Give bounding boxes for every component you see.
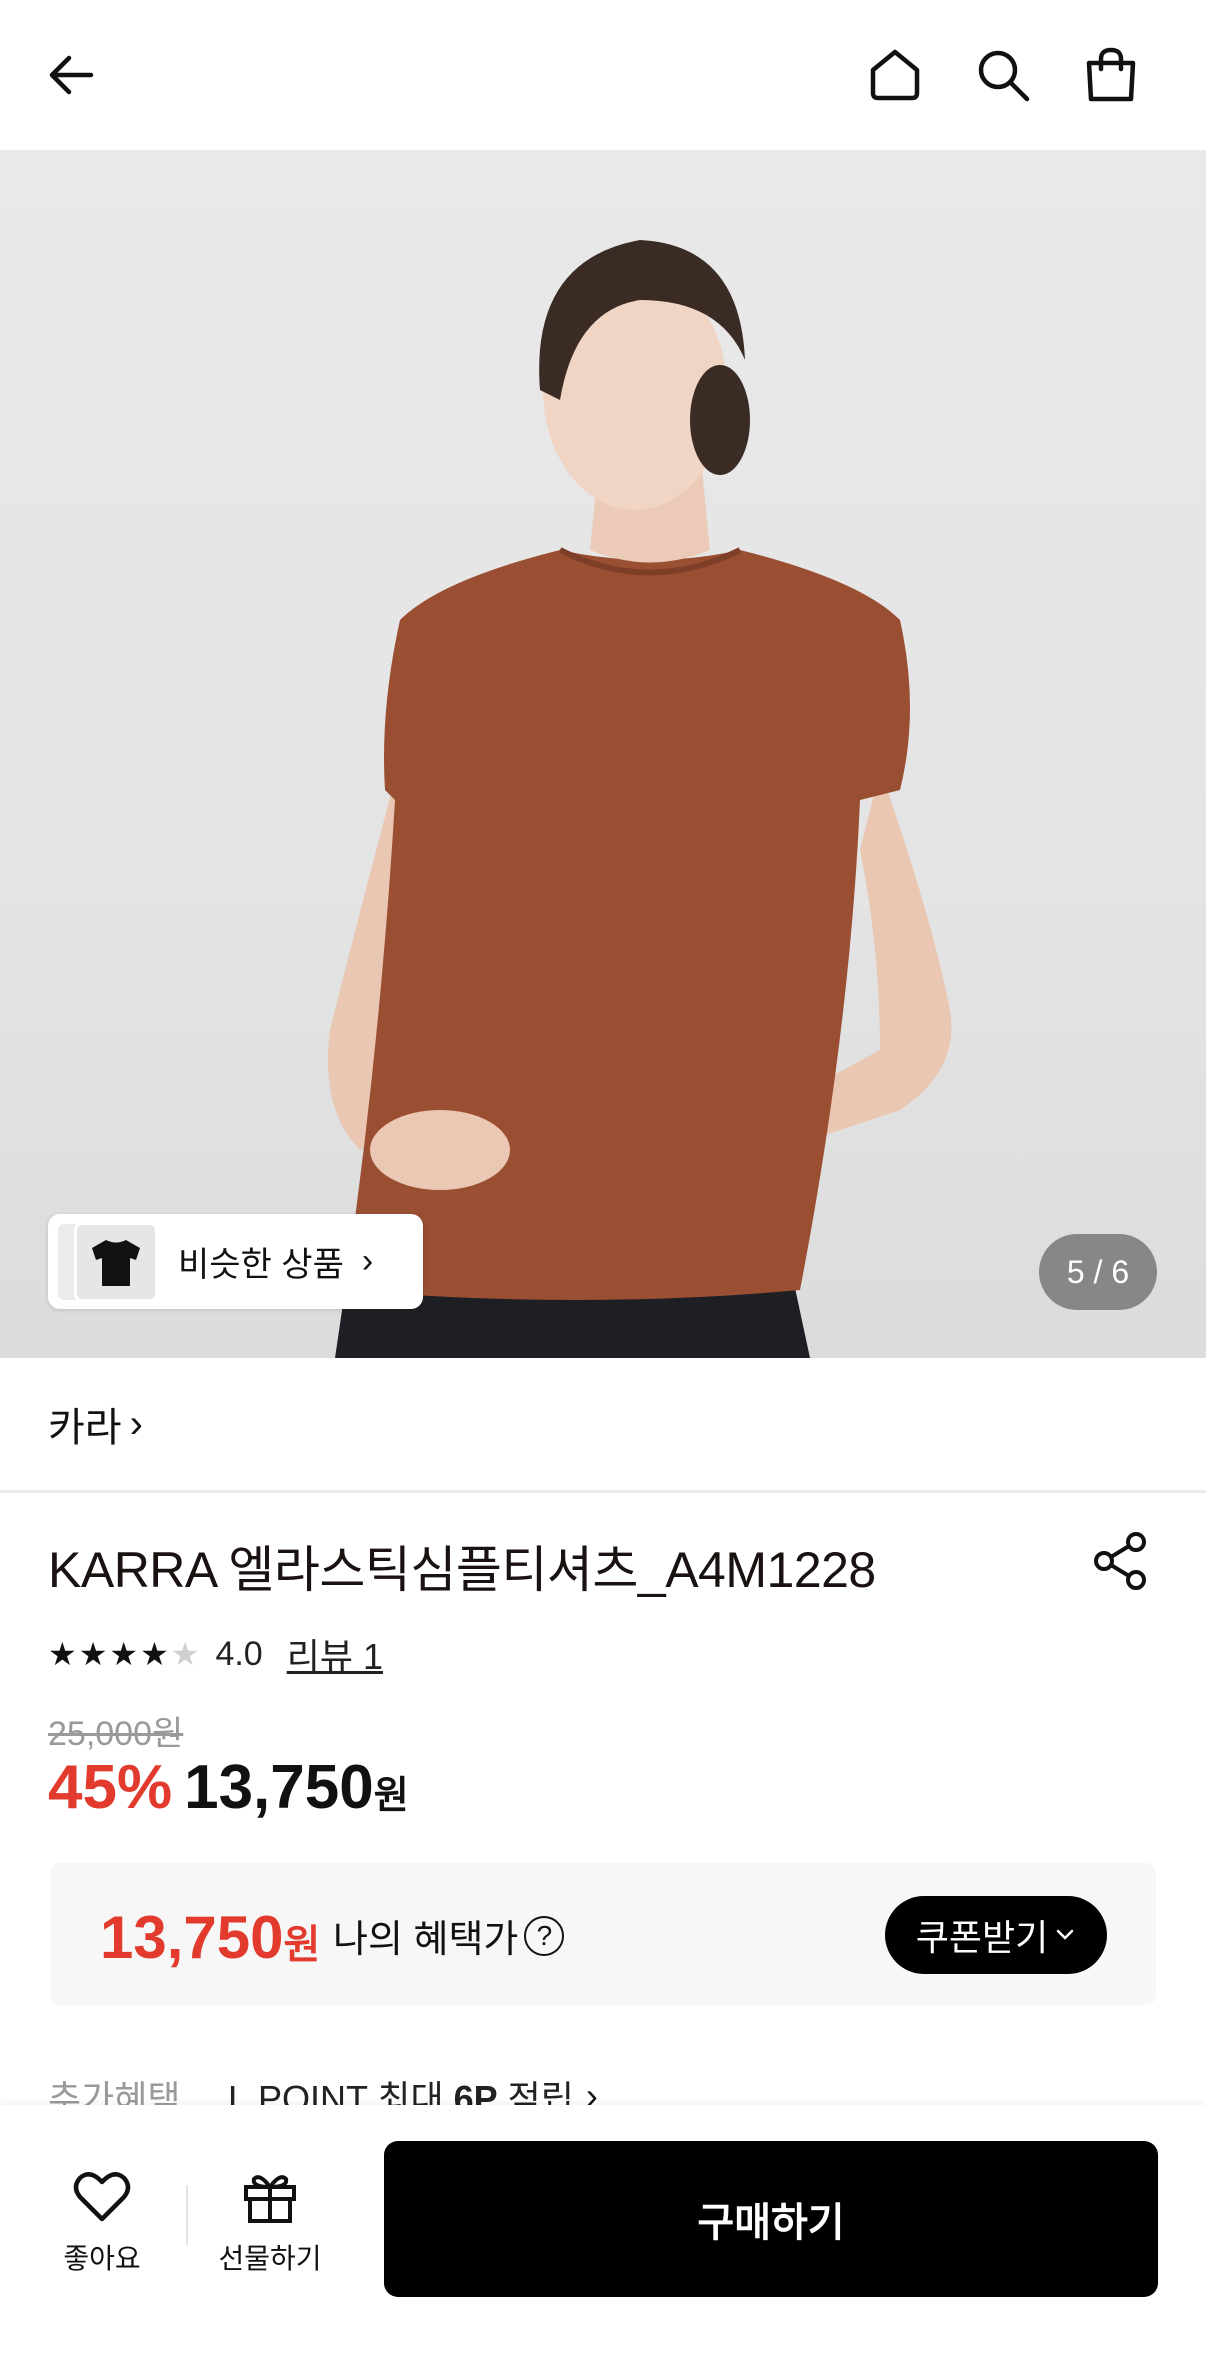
bottom-bar-separator <box>186 2185 188 2245</box>
heart-icon <box>73 2172 131 2222</box>
help-icon[interactable]: ? <box>524 1915 565 1956</box>
shopping-bag-icon <box>1086 47 1136 102</box>
gift-button[interactable]: 선물하기 <box>200 2165 340 2277</box>
benefit-label: 나의 혜택가 <box>333 1919 519 1961</box>
product-image-carousel[interactable]: 비슷한 상품 › 5 / 6 <box>0 150 1206 1358</box>
original-price: 25,000원 <box>48 1715 184 1753</box>
coupon-button-label: 쿠폰받기 <box>915 1917 1049 1958</box>
search-icon <box>978 50 1030 102</box>
chevron-right-icon: › <box>129 1401 143 1446</box>
arrow-left-icon <box>49 55 94 95</box>
benefit-price-amount: 13,750 <box>100 1904 284 1971</box>
benefit-price-currency: 원 <box>283 1923 321 1967</box>
star-icon: ★ <box>78 1636 110 1672</box>
benefit-price-box: 13,750원 나의 혜택가 ? 쿠폰받기 <box>50 1863 1156 2005</box>
section-divider <box>0 1490 1206 1493</box>
search-button[interactable] <box>970 42 1036 108</box>
similar-products-button[interactable]: 비슷한 상품 › <box>48 1214 423 1309</box>
sale-price: 13,750 <box>184 1753 374 1822</box>
star-empty-icon: ★ <box>170 1636 202 1672</box>
image-pager-badge: 5 / 6 <box>1039 1234 1157 1310</box>
sale-price-row: 45% 13,750 원 <box>48 1752 409 1823</box>
coupon-button[interactable]: 쿠폰받기 <box>885 1896 1107 1974</box>
brand-name: 카라 <box>48 1406 122 1450</box>
star-icon: ★ <box>140 1636 171 1672</box>
top-app-bar <box>0 0 1206 150</box>
share-icon <box>1094 1532 1146 1590</box>
benefit-price: 13,750원 <box>100 1903 320 1972</box>
like-button[interactable]: 좋아요 <box>32 2165 172 2277</box>
review-link[interactable]: 리뷰 1 <box>287 1628 383 1680</box>
discount-rate: 45% <box>48 1753 173 1822</box>
chevron-down-icon <box>1056 1929 1074 1940</box>
benefit-label-row: 나의 혜택가 ? <box>333 1908 565 1963</box>
product-title: KARRA 엘라스틱심플티셔츠_A4M1228 <box>48 1542 876 1598</box>
share-button[interactable] <box>1088 1528 1154 1594</box>
home-button[interactable] <box>862 42 928 108</box>
like-label: 좋아요 <box>63 2243 141 2274</box>
rating-row: ★★★★★ 4.0 리뷰 1 <box>48 1628 383 1680</box>
home-icon <box>870 49 920 101</box>
star-icon: ★ <box>109 1636 141 1672</box>
similar-thumbnail-front <box>74 1222 158 1302</box>
cart-button[interactable] <box>1078 42 1144 108</box>
product-photo <box>328 240 952 1358</box>
star-icon: ★ <box>48 1636 79 1672</box>
similar-products-label: 비슷한 상품 <box>178 1246 344 1284</box>
star-rating: ★★★★★ <box>48 1635 201 1673</box>
buy-button[interactable]: 구매하기 <box>384 2141 1158 2297</box>
brand-link[interactable]: 카라 › <box>48 1395 143 1453</box>
chevron-right-icon: › <box>361 1242 374 1280</box>
rating-score: 4.0 <box>215 1634 263 1673</box>
gift-icon <box>244 2175 296 2223</box>
similar-thumbnails <box>48 1214 168 1309</box>
gift-label: 선물하기 <box>218 2243 322 2274</box>
back-button[interactable] <box>40 42 106 108</box>
tshirt-thumbnail <box>92 1240 140 1286</box>
currency-unit: 원 <box>373 1775 409 1817</box>
bottom-action-bar: 좋아요 선물하기 구매하기 <box>0 2105 1206 2353</box>
